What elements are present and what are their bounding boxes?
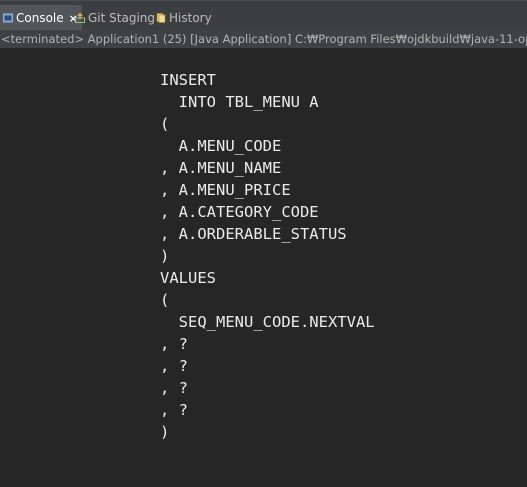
console-line: ) [160, 423, 170, 441]
tab-history[interactable]: History [156, 5, 212, 31]
tab-label: Git Staging [88, 11, 156, 25]
console-icon [3, 13, 13, 23]
console-line: , A.MENU_NAME [160, 159, 282, 177]
history-icon [156, 13, 166, 23]
console-line: VALUES [160, 269, 216, 287]
console-line: SEQ_MENU_CODE.NEXTVAL [160, 313, 375, 331]
console-line: , ? [160, 357, 188, 375]
tab-label: History [169, 11, 212, 25]
console-line: , ? [160, 401, 188, 419]
console-line: INSERT [160, 71, 216, 89]
tab-label: Console [16, 11, 64, 25]
console-line: , ? [160, 379, 188, 397]
console-line: INTO TBL_MENU A [160, 93, 319, 111]
git-staging-icon [75, 13, 85, 23]
view-tab-bar: Console × Git Staging History [0, 0, 527, 31]
launch-status-bar: <terminated> Application1 (25) [Java App… [0, 30, 527, 49]
console-view: Console × Git Staging History <terminate… [0, 0, 527, 487]
console-line: , ? [160, 335, 188, 353]
console-line: , A.CATEGORY_CODE [160, 203, 319, 221]
tab-git-staging[interactable]: Git Staging [75, 5, 155, 31]
console-line: ) [160, 247, 170, 265]
console-output-area[interactable]: INSERT INTO TBL_MENU A ( A.MENU_CODE , A.M… [0, 49, 527, 487]
console-line: , A.ORDERABLE_STATUS [160, 225, 347, 243]
console-line: A.MENU_CODE [160, 137, 282, 155]
tab-console[interactable]: Console × [0, 5, 82, 31]
console-line: ( [160, 291, 170, 309]
console-output: INSERT INTO TBL_MENU A ( A.MENU_CODE , A.M… [160, 69, 375, 443]
console-line: , A.MENU_PRICE [160, 181, 291, 199]
console-line: ( [160, 115, 170, 133]
